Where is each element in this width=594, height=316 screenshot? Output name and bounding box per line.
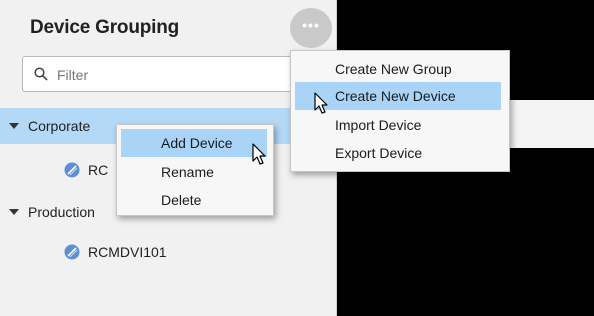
tree-device-rcmdvi101[interactable]: RCMDVI101 xyxy=(64,234,167,270)
menu-item-rename[interactable]: Rename xyxy=(117,158,273,186)
menu-item-label: Add Device xyxy=(161,135,233,151)
menu-item-export-device[interactable]: Export Device xyxy=(291,139,509,167)
menu-item-label: Create New Group xyxy=(335,61,452,77)
menu-item-create-new-group[interactable]: Create New Group xyxy=(291,55,509,83)
caret-down-icon[interactable] xyxy=(9,123,19,129)
menu-item-add-device[interactable]: Add Device xyxy=(121,129,267,157)
menu-item-label: Rename xyxy=(161,164,214,180)
filter-box[interactable] xyxy=(22,56,322,92)
mouse-pointer-icon xyxy=(252,143,266,165)
filter-input[interactable] xyxy=(57,65,297,85)
search-icon xyxy=(34,67,48,81)
menu-item-delete[interactable]: Delete xyxy=(117,186,273,214)
tree-group-production[interactable]: Production xyxy=(0,194,95,230)
device-icon xyxy=(64,162,80,178)
tree-group-label: Corporate xyxy=(28,118,91,134)
more-options-button[interactable]: ••• xyxy=(290,8,332,48)
app-root: Device Grouping ••• Corporate RC xyxy=(0,0,594,316)
mouse-pointer-icon xyxy=(314,92,328,114)
menu-item-label: Create New Device xyxy=(335,88,456,104)
more-icon: ••• xyxy=(302,17,320,33)
menu-item-label: Delete xyxy=(161,192,202,208)
device-icon xyxy=(64,244,80,260)
tree-device-label: RC xyxy=(88,162,109,178)
tree-device-label: RCMDVI101 xyxy=(88,244,167,260)
caret-down-icon[interactable] xyxy=(9,209,19,215)
menu-item-label: Export Device xyxy=(335,145,423,161)
panel-title: Device Grouping xyxy=(30,17,180,38)
node-context-menu: Add Device Rename Delete xyxy=(116,124,274,216)
menu-item-label: Import Device xyxy=(335,117,422,133)
tree-device-rc[interactable]: RC xyxy=(64,152,108,188)
tree-group-label: Production xyxy=(28,204,95,220)
